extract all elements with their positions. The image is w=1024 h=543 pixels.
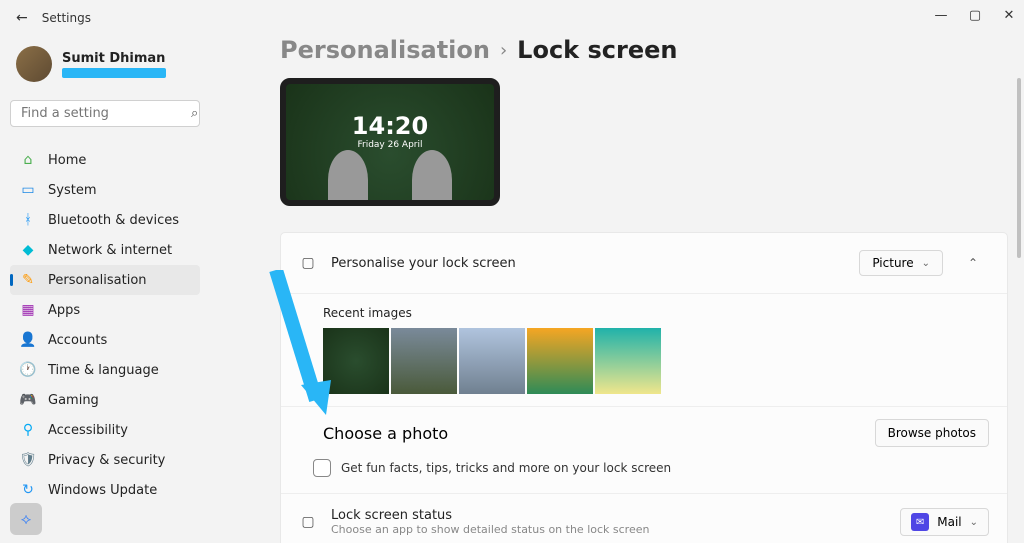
recent-thumb[interactable]: [595, 328, 661, 394]
sidebar-item-accessibility[interactable]: ⚲ Accessibility: [10, 415, 200, 445]
chevron-down-icon: ⌄: [970, 517, 978, 528]
search-input[interactable]: [21, 106, 191, 121]
chevron-right-icon: ›: [500, 40, 507, 61]
sidebar-item-time[interactable]: 🕐 Time & language: [10, 355, 200, 385]
apps-icon: ▦: [20, 302, 36, 318]
sidebar-item-privacy[interactable]: 🛡 Privacy & security: [10, 445, 200, 475]
mail-icon: ✉: [911, 513, 929, 531]
clock-icon: 🕐: [20, 362, 36, 378]
sidebar-item-system[interactable]: ▭ System: [10, 175, 200, 205]
sidebar-item-label: Gaming: [48, 393, 99, 408]
personalise-dropdown[interactable]: Picture ⌄: [859, 250, 943, 276]
sidebar-item-label: Personalisation: [48, 273, 147, 288]
status-app-dropdown[interactable]: ✉ Mail ⌄: [900, 508, 989, 536]
search-box[interactable]: ⌕: [10, 100, 200, 127]
status-icon: ▢: [299, 513, 317, 531]
search-icon: ⌕: [191, 106, 198, 121]
wifi-icon: ◆: [20, 242, 36, 258]
content: Personalisation › Lock screen 14:20 Frid…: [280, 36, 1024, 543]
status-sublabel: Choose an app to show detailed status on…: [331, 523, 886, 536]
sidebar: Sumit Dhiman ⌕ ⌂ Home ▭ System ᚼ Bluetooth …: [0, 36, 210, 511]
fun-facts-label: Get fun facts, tips, tricks and more on …: [341, 461, 671, 475]
fun-facts-row: Get fun facts, tips, tricks and more on …: [281, 455, 1007, 494]
collapse-button[interactable]: ⌃: [957, 247, 989, 279]
person-icon: 👤: [20, 332, 36, 348]
sidebar-item-label: Windows Update: [48, 483, 157, 498]
recent-thumb[interactable]: [391, 328, 457, 394]
lockscreen-preview: 14:20 Friday 26 April: [280, 78, 500, 206]
fun-facts-checkbox[interactable]: [313, 459, 331, 477]
chevron-up-icon: ⌃: [968, 256, 978, 270]
sidebar-item-label: Time & language: [48, 363, 159, 378]
sidebar-item-label: Network & internet: [48, 243, 172, 258]
sidebar-item-label: Accessibility: [48, 423, 128, 438]
maximize-button[interactable]: ▢: [968, 8, 982, 22]
status-label: Lock screen status: [331, 508, 886, 523]
personalise-card: ▢ Personalise your lock screen Picture ⌄…: [280, 232, 1008, 543]
back-button[interactable]: ←: [16, 10, 28, 26]
sidebar-item-home[interactable]: ⌂ Home: [10, 145, 200, 175]
choose-photo-row: Choose a photo Browse photos: [281, 407, 1007, 455]
shield-icon: 🛡: [20, 452, 36, 468]
sidebar-item-label: Apps: [48, 303, 80, 318]
sidebar-item-label: System: [48, 183, 96, 198]
sidebar-item-update[interactable]: ↻ Windows Update: [10, 475, 200, 505]
minimize-button[interactable]: —: [934, 8, 948, 22]
brush-icon: ✎: [20, 272, 36, 288]
recent-thumb[interactable]: [527, 328, 593, 394]
accessibility-icon: ⚲: [20, 422, 36, 438]
profile[interactable]: Sumit Dhiman: [10, 42, 200, 86]
personalise-row: ▢ Personalise your lock screen Picture ⌄…: [281, 233, 1007, 294]
system-icon: ▭: [20, 182, 36, 198]
browse-photos-button[interactable]: Browse photos: [875, 419, 989, 447]
dropdown-value: Picture: [872, 256, 913, 270]
personalise-label: Personalise your lock screen: [331, 256, 845, 271]
sidebar-item-apps[interactable]: ▦ Apps: [10, 295, 200, 325]
update-icon: ↻: [20, 482, 36, 498]
sidebar-item-label: Home: [48, 153, 86, 168]
preview-time: 14:20: [352, 112, 428, 140]
status-text: Lock screen status Choose an app to show…: [331, 508, 886, 536]
recent-images-label: Recent images: [323, 306, 989, 320]
status-app-value: Mail: [937, 515, 961, 529]
sidebar-item-accounts[interactable]: 👤 Accounts: [10, 325, 200, 355]
gamepad-icon: 🎮: [20, 392, 36, 408]
bluetooth-icon: ᚼ: [20, 212, 36, 228]
app-title: Settings: [42, 11, 91, 25]
breadcrumb: Personalisation › Lock screen: [280, 36, 1008, 64]
sidebar-item-network[interactable]: ◆ Network & internet: [10, 235, 200, 265]
sidebar-item-label: Bluetooth & devices: [48, 213, 179, 228]
sidebar-item-label: Accounts: [48, 333, 107, 348]
sidebar-item-label: Privacy & security: [48, 453, 165, 468]
close-button[interactable]: ✕: [1002, 8, 1016, 22]
choose-photo-label: Choose a photo: [323, 424, 448, 443]
sidebar-item-bluetooth[interactable]: ᚼ Bluetooth & devices: [10, 205, 200, 235]
recent-images-section: Recent images: [281, 294, 1007, 407]
scrollbar[interactable]: [1017, 78, 1021, 258]
home-icon: ⌂: [20, 152, 36, 168]
taskbar-app-icon[interactable]: ⟡: [10, 503, 42, 535]
profile-email-redacted: [62, 68, 166, 78]
profile-name: Sumit Dhiman: [62, 51, 166, 66]
breadcrumb-parent[interactable]: Personalisation: [280, 36, 490, 64]
lockscreen-status-row: ▢ Lock screen status Choose an app to sh…: [281, 494, 1007, 543]
profile-info: Sumit Dhiman: [62, 51, 166, 78]
chevron-down-icon: ⌄: [922, 258, 930, 269]
lockscreen-icon: ▢: [299, 254, 317, 272]
recent-thumb[interactable]: [459, 328, 525, 394]
sidebar-item-gaming[interactable]: 🎮 Gaming: [10, 385, 200, 415]
avatar: [16, 46, 52, 82]
sidebar-item-personalisation[interactable]: ✎ Personalisation: [10, 265, 200, 295]
page-title: Lock screen: [517, 36, 677, 64]
window-controls: — ▢ ✕: [934, 8, 1016, 22]
recent-thumb[interactable]: [323, 328, 389, 394]
recent-thumbs: [323, 328, 989, 394]
preview-date: Friday 26 April: [357, 140, 422, 150]
titlebar: ← Settings: [16, 10, 91, 26]
